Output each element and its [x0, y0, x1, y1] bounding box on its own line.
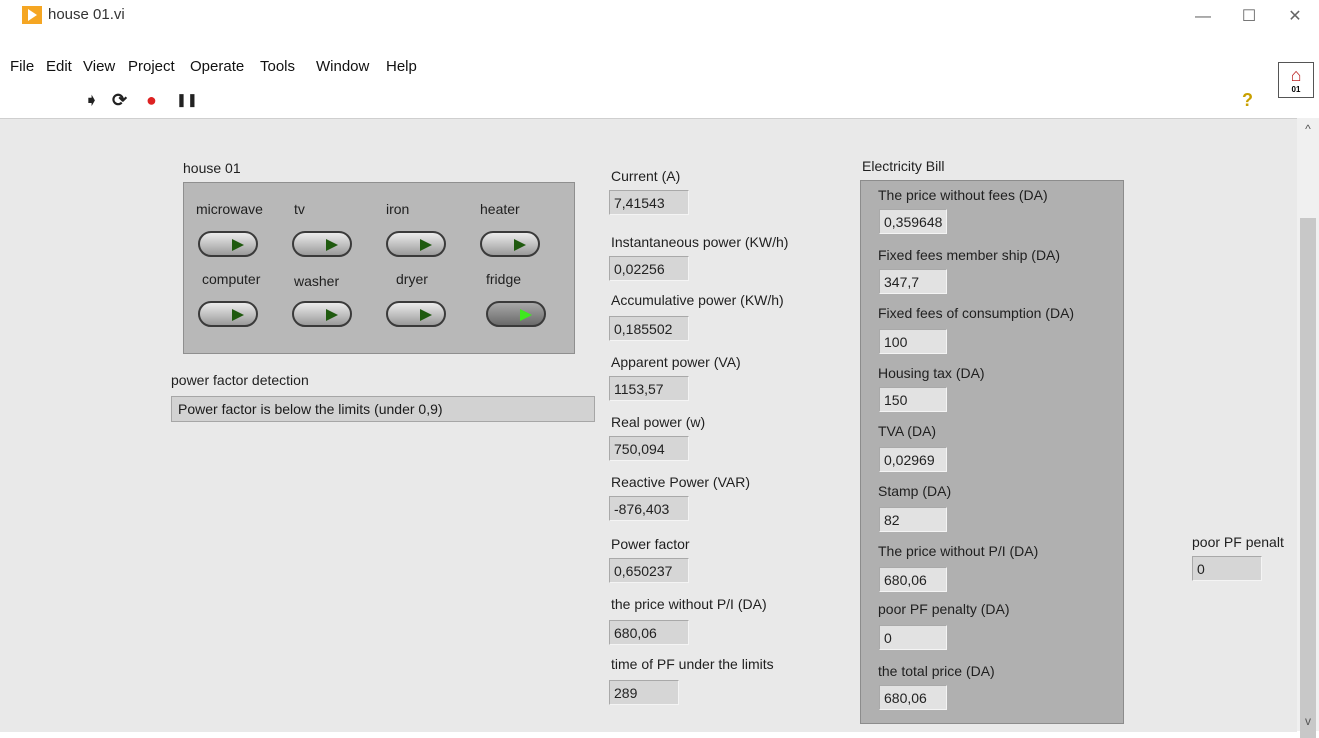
- appliance-cluster: microwave tv iron heater computer washer…: [183, 182, 575, 354]
- electricity-bill-cluster: The price without fees (DA) 0,359648 Fix…: [860, 180, 1124, 724]
- penalty-indicator: 0: [1192, 556, 1262, 581]
- real-power-label: Real power (w): [611, 414, 706, 430]
- menu-help[interactable]: Help: [386, 58, 417, 75]
- bill-price-without-pi-label: The price without P/I (DA): [878, 543, 1039, 559]
- appliance-label-fridge: fridge: [486, 271, 522, 287]
- bill-pf-penalty-label: poor PF penalty (DA): [878, 601, 1010, 617]
- power-factor-label: Power factor: [611, 536, 690, 552]
- bill-price-without-fees-label: The price without fees (DA): [878, 187, 1048, 203]
- microwave-toggle[interactable]: [198, 231, 258, 257]
- vertical-scrollbar[interactable]: ^ v: [1297, 118, 1319, 738]
- appliance-label-heater: heater: [480, 201, 520, 217]
- menu-tools[interactable]: Tools: [260, 58, 295, 75]
- menu-project[interactable]: Project: [128, 58, 175, 75]
- computer-toggle[interactable]: [198, 301, 258, 327]
- bill-pf-penalty-indicator: 0: [879, 625, 947, 650]
- current-indicator: 7,41543: [609, 190, 689, 215]
- bill-membership-fees-label: Fixed fees member ship (DA): [878, 247, 1061, 263]
- apparent-power-label: Apparent power (VA): [611, 354, 741, 370]
- title-bar: house 01.vi — ☐ ✕: [0, 0, 1319, 34]
- bill-price-without-pi-indicator: 680,06: [879, 567, 947, 592]
- bill-housing-tax-label: Housing tax (DA): [878, 365, 985, 381]
- iron-toggle[interactable]: [386, 231, 446, 257]
- pause-icon[interactable]: ❚❚: [176, 90, 198, 110]
- bill-housing-tax-indicator: 150: [879, 387, 947, 412]
- bill-stamp-indicator: 82: [879, 507, 947, 532]
- menu-window[interactable]: Window: [316, 58, 369, 75]
- context-help-icon[interactable]: ?: [1242, 90, 1253, 110]
- washer-toggle[interactable]: [292, 301, 352, 327]
- menu-view[interactable]: View: [83, 58, 115, 75]
- fridge-toggle[interactable]: [486, 301, 546, 327]
- apparent-power-indicator: 1153,57: [609, 376, 689, 401]
- bill-tva-label: TVA (DA): [878, 423, 937, 439]
- dryer-toggle[interactable]: [386, 301, 446, 327]
- house-glyph-icon: ⌂: [1290, 65, 1302, 85]
- appliance-label-dryer: dryer: [396, 271, 428, 287]
- reactive-power-label: Reactive Power (VAR): [611, 474, 751, 490]
- price-without-pi-label: the price without P/I (DA): [611, 596, 767, 612]
- heater-toggle[interactable]: [480, 231, 540, 257]
- bill-tva-indicator: 0,02969: [879, 447, 947, 472]
- run-continuously-icon[interactable]: ⟳: [112, 90, 127, 110]
- reactive-power-indicator: -876,403: [609, 496, 689, 521]
- menu-bar: File Edit View Project Operate Tools Win…: [0, 58, 1280, 82]
- appliance-label-microwave: microwave: [196, 201, 263, 217]
- appliance-label-iron: iron: [386, 201, 410, 217]
- instantaneous-power-indicator: 0,02256: [609, 256, 689, 281]
- toolbar: ➧ ⟳ ● ❚❚ ?: [0, 88, 1280, 114]
- menu-operate[interactable]: Operate: [190, 58, 244, 75]
- current-label: Current (A): [611, 168, 681, 184]
- labview-app-icon: [22, 6, 42, 24]
- power-factor-indicator: 0,650237: [609, 558, 689, 583]
- accumulative-power-indicator: 0,185502: [609, 316, 689, 341]
- bill-consumption-fees-label: Fixed fees of consumption (DA): [878, 305, 1075, 321]
- bill-total-price-label: the total price (DA): [878, 663, 995, 679]
- vi-icon-label: 01: [1291, 85, 1301, 94]
- tv-toggle[interactable]: [292, 231, 352, 257]
- scroll-thumb[interactable]: [1300, 218, 1316, 738]
- run-arrow-icon[interactable]: ➧: [84, 90, 99, 110]
- pf-time-label: time of PF under the limits: [611, 656, 774, 672]
- pf-time-indicator: 289: [609, 680, 679, 705]
- maximize-button[interactable]: ☐: [1226, 2, 1272, 32]
- abort-stop-icon[interactable]: ●: [146, 90, 157, 110]
- bill-price-without-fees-indicator: 0,359648: [879, 209, 947, 234]
- bill-consumption-fees-indicator: 100: [879, 329, 947, 354]
- house-title: house 01: [183, 160, 241, 176]
- menu-edit[interactable]: Edit: [46, 58, 72, 75]
- real-power-indicator: 750,094: [609, 436, 689, 461]
- window-title: house 01.vi: [48, 6, 125, 23]
- close-button[interactable]: ✕: [1272, 2, 1318, 32]
- scroll-up-icon[interactable]: ^: [1297, 122, 1319, 136]
- pf-detection-indicator: Power factor is below the limits (under …: [171, 396, 595, 422]
- vi-house-icon: ⌂ 01: [1278, 62, 1314, 98]
- pf-detection-label: power factor detection: [171, 372, 309, 388]
- appliance-label-tv: tv: [294, 201, 305, 217]
- penalty-label: poor PF penalt: [1192, 534, 1284, 550]
- appliance-label-washer: washer: [294, 273, 340, 289]
- bill-total-price-indicator: 680,06: [879, 685, 947, 710]
- bill-stamp-label: Stamp (DA): [878, 483, 952, 499]
- appliance-label-computer: computer: [202, 271, 261, 287]
- bill-membership-fees-indicator: 347,7: [879, 269, 947, 294]
- scroll-down-icon[interactable]: v: [1297, 714, 1319, 728]
- menu-file[interactable]: File: [10, 58, 34, 75]
- instantaneous-power-label: Instantaneous power (KW/h): [611, 234, 789, 250]
- bill-title: Electricity Bill: [862, 158, 945, 174]
- accumulative-power-label: Accumulative power (KW/h): [611, 292, 784, 308]
- price-without-pi-indicator: 680,06: [609, 620, 689, 645]
- minimize-button[interactable]: —: [1180, 2, 1226, 32]
